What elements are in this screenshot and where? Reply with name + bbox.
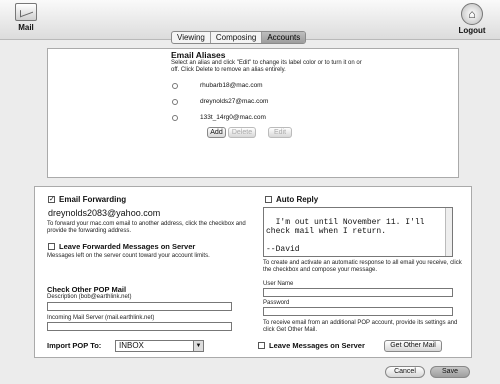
alias-radio[interactable] [172, 82, 178, 89]
alias-radio[interactable] [172, 98, 178, 105]
import-pop-value: INBOX [119, 341, 144, 350]
pop-server-field[interactable] [47, 322, 232, 331]
alias-row[interactable]: dreynolds27@mac.com [172, 98, 268, 105]
pop-description-label: Description (bob@earthlink.net) [47, 294, 132, 300]
pop-help: To receive email from an additional POP … [263, 320, 458, 333]
leave-forwarded-checkbox[interactable] [48, 243, 55, 250]
tab-accounts[interactable]: Accounts [262, 32, 306, 43]
forwarding-title: Email Forwarding [59, 195, 127, 204]
forwarding-help: To forward your mac.com email to another… [47, 221, 246, 234]
pop-username-field[interactable] [263, 288, 453, 297]
mail-app-button[interactable]: Mail [6, 3, 46, 37]
auto-reply-title: Auto Reply [276, 195, 319, 204]
auto-reply-scrollbar[interactable] [445, 208, 452, 256]
alias-address: 133t_14rg0@mac.com [200, 114, 266, 121]
import-pop-select[interactable]: INBOX ▼ [115, 340, 204, 352]
logout-label: Logout [458, 26, 486, 35]
mail-app-icon [15, 3, 37, 21]
leave-forwarded-label: Leave Forwarded Messages on Server [59, 242, 196, 251]
add-alias-button[interactable]: Add [207, 127, 226, 138]
alias-address: rhubarb18@mac.com [200, 82, 263, 89]
tab-viewing[interactable]: Viewing [172, 32, 211, 43]
preferences-tabs: Viewing Composing Accounts [171, 31, 307, 44]
forwarding-address-field[interactable]: dreynolds2083@yahoo.com [47, 208, 160, 218]
auto-reply-message[interactable]: I'm out until November 11. I'll check ma… [263, 207, 453, 257]
auto-reply-checkbox[interactable] [265, 196, 272, 203]
tab-composing[interactable]: Composing [211, 32, 263, 43]
delete-alias-button[interactable]: Delete [228, 127, 256, 138]
aliases-title: Email Aliases [171, 50, 226, 60]
aliases-help: Select an alias and click "Edit" to chan… [171, 60, 362, 73]
edit-alias-button[interactable]: Edit [268, 127, 292, 138]
import-pop-label: Import POP To: [47, 341, 102, 350]
save-button[interactable]: Save [430, 366, 470, 378]
pop-password-label: Password [263, 300, 290, 306]
auto-reply-text: I'm out until November 11. I'll check ma… [266, 218, 425, 254]
auto-reply-help: To create and activate an automatic resp… [263, 260, 462, 273]
alias-radio[interactable] [172, 114, 178, 121]
mail-app-label: Mail [18, 23, 34, 32]
pop-password-field[interactable] [263, 307, 453, 316]
get-other-mail-button[interactable]: Get Other Mail [384, 340, 442, 352]
alias-row[interactable]: rhubarb18@mac.com [172, 82, 263, 89]
pop-description-field[interactable] [47, 302, 232, 311]
alias-address: dreynolds27@mac.com [200, 98, 269, 105]
pop-username-label: User Name [263, 281, 294, 287]
pop-server-label: Incoming Mail Server (mail.earthlink.net… [47, 315, 155, 321]
alias-row[interactable]: 133t_14rg0@mac.com [172, 114, 266, 121]
leave-forwarded-help: Messages left on the server count toward… [47, 253, 210, 259]
logout-button[interactable]: ⌂ Logout [452, 3, 492, 37]
leave-messages-checkbox[interactable] [258, 342, 265, 349]
home-icon: ⌂ [461, 3, 483, 25]
pop-title: Check Other POP Mail [47, 285, 127, 294]
chevron-down-icon: ▼ [193, 341, 203, 351]
leave-messages-label: Leave Messages on Server [269, 341, 365, 350]
forwarding-checkbox[interactable]: ✓ [48, 196, 55, 203]
cancel-button[interactable]: Cancel [385, 366, 425, 378]
